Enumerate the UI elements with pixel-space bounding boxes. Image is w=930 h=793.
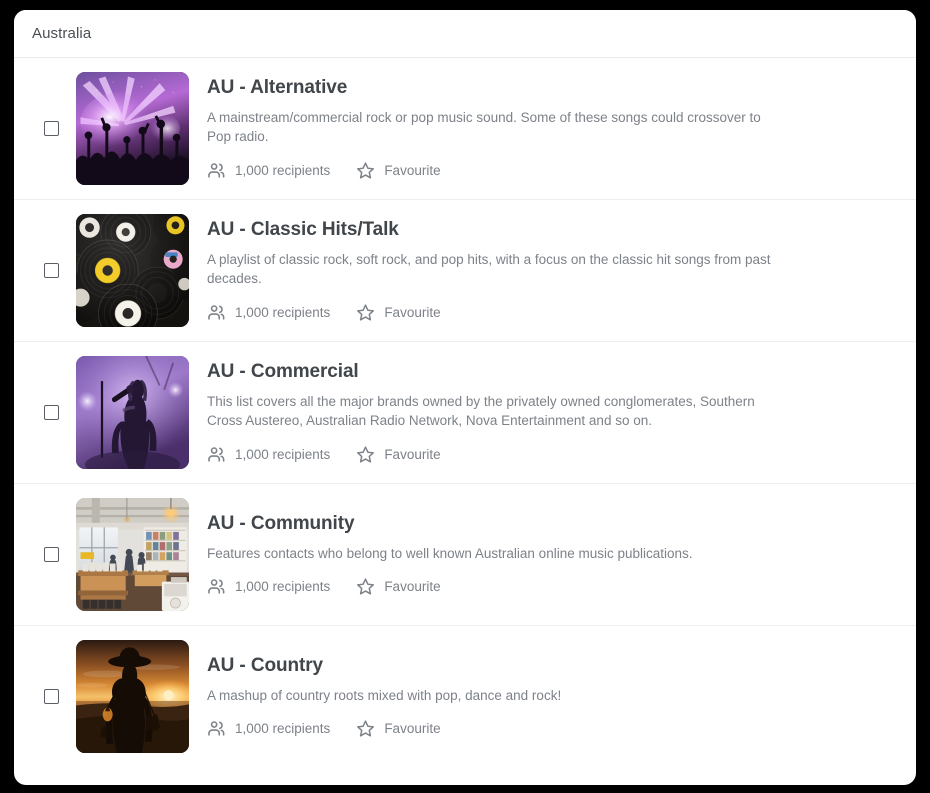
- recipients-label: 1,000 recipients: [235, 579, 331, 595]
- favourite-button[interactable]: Favourite: [356, 719, 441, 738]
- list-item-meta: 1,000 recipients Favourite: [207, 445, 888, 464]
- recipients-stat[interactable]: 1,000 recipients: [207, 445, 330, 464]
- list-item-body: AU - Community Features contacts who bel…: [207, 513, 898, 596]
- thumbnail-image: [76, 640, 189, 753]
- favourite-label: Favourite: [384, 304, 441, 320]
- list-item-select-cell: [32, 263, 76, 278]
- favourite-label: Favourite: [384, 446, 441, 462]
- list-item-meta: 1,000 recipients Favourite: [207, 719, 888, 738]
- list-item-select-cell: [32, 547, 76, 562]
- list-item-description: A mashup of country roots mixed with pop…: [207, 687, 562, 703]
- recipients-label: 1,000 recipients: [235, 162, 331, 178]
- recipients-stat[interactable]: 1,000 recipients: [207, 577, 330, 596]
- page-title: Australia: [32, 25, 92, 42]
- list-item[interactable]: AU - Commercial This list covers all the…: [14, 342, 916, 484]
- star-outline-icon: [356, 719, 375, 738]
- star-outline-icon: [356, 303, 375, 322]
- list-item-title: AU - Country: [207, 654, 323, 676]
- star-outline-icon: [356, 577, 375, 596]
- thumbnail-image: [76, 356, 189, 469]
- recipients-label: 1,000 recipients: [235, 446, 331, 462]
- star-outline-icon: [356, 445, 375, 464]
- favourite-label: Favourite: [384, 162, 441, 178]
- people-icon: [207, 303, 226, 322]
- list-item-select-cell: [32, 689, 76, 704]
- list-item-meta: 1,000 recipients Favourite: [207, 577, 888, 596]
- list-item-description: This list covers all the major brands ow…: [207, 393, 755, 429]
- select-checkbox[interactable]: [44, 689, 59, 704]
- people-icon: [207, 719, 226, 738]
- people-icon: [207, 577, 226, 596]
- list-item-thumbnail-cell: [76, 72, 191, 185]
- recipients-stat[interactable]: 1,000 recipients: [207, 303, 330, 322]
- recipients-label: 1,000 recipients: [235, 721, 331, 737]
- list-item-body: AU - Commercial This list covers all the…: [207, 361, 898, 464]
- favourite-button[interactable]: Favourite: [356, 445, 441, 464]
- list-item-thumbnail-cell: [76, 356, 191, 469]
- list-panel-card: Australia AU - Alternative A mainstream/…: [14, 10, 916, 785]
- panel-header: Australia: [14, 10, 916, 58]
- favourite-label: Favourite: [384, 721, 441, 737]
- list-item-body: AU - Alternative A mainstream/commercial…: [207, 77, 898, 180]
- contact-list: AU - Alternative A mainstream/commercial…: [14, 58, 916, 767]
- list-item-description: A mainstream/commercial rock or pop musi…: [207, 109, 761, 145]
- thumbnail-image: [76, 214, 189, 327]
- list-item-title: AU - Classic Hits/Talk: [207, 219, 399, 241]
- thumbnail-image: [76, 498, 189, 611]
- list-item[interactable]: AU - Alternative A mainstream/commercial…: [14, 58, 916, 200]
- favourite-button[interactable]: Favourite: [356, 303, 441, 322]
- select-checkbox[interactable]: [44, 405, 59, 420]
- list-item[interactable]: AU - Country A mashup of country roots m…: [14, 626, 916, 767]
- select-checkbox[interactable]: [44, 263, 59, 278]
- list-item-description: A playlist of classic rock, soft rock, a…: [207, 251, 771, 287]
- list-item-select-cell: [32, 405, 76, 420]
- list-item-title: AU - Alternative: [207, 77, 348, 99]
- people-icon: [207, 161, 226, 180]
- people-icon: [207, 445, 226, 464]
- recipients-label: 1,000 recipients: [235, 304, 331, 320]
- list-item-description: Features contacts who belong to well kno…: [207, 545, 693, 561]
- favourite-button[interactable]: Favourite: [356, 161, 441, 180]
- list-item-title: AU - Community: [207, 512, 355, 534]
- recipients-stat[interactable]: 1,000 recipients: [207, 719, 330, 738]
- list-item[interactable]: AU - Community Features contacts who bel…: [14, 484, 916, 626]
- list-item-meta: 1,000 recipients Favourite: [207, 161, 888, 180]
- list-item-body: AU - Country A mashup of country roots m…: [207, 655, 898, 738]
- favourite-label: Favourite: [384, 579, 441, 595]
- list-item[interactable]: AU - Classic Hits/Talk A playlist of cla…: [14, 200, 916, 342]
- recipients-stat[interactable]: 1,000 recipients: [207, 161, 330, 180]
- list-item-body: AU - Classic Hits/Talk A playlist of cla…: [207, 219, 898, 322]
- favourite-button[interactable]: Favourite: [356, 577, 441, 596]
- list-item-title: AU - Commercial: [207, 361, 359, 383]
- list-item-thumbnail-cell: [76, 214, 191, 327]
- select-checkbox[interactable]: [44, 121, 59, 136]
- list-item-select-cell: [32, 121, 76, 136]
- list-item-meta: 1,000 recipients Favourite: [207, 303, 888, 322]
- list-item-thumbnail-cell: [76, 640, 191, 753]
- select-checkbox[interactable]: [44, 547, 59, 562]
- screenshot-frame: Australia AU - Alternative A mainstream/…: [0, 0, 930, 793]
- star-outline-icon: [356, 161, 375, 180]
- list-item-thumbnail-cell: [76, 498, 191, 611]
- thumbnail-image: [76, 72, 189, 185]
